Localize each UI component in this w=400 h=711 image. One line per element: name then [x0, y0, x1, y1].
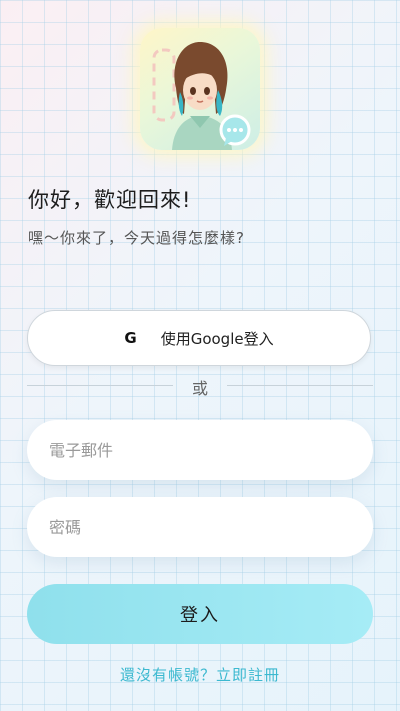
greeting-subtitle: 嘿～你來了，今天過得怎麼樣?	[28, 229, 245, 247]
password-field[interactable]	[27, 497, 373, 557]
greeting-title: 你好，歡迎回來!	[28, 188, 192, 212]
app-logo	[140, 28, 260, 150]
divider-line-right	[227, 385, 373, 386]
google-icon: G	[124, 329, 137, 347]
google-login-button[interactable]: G 使用Google登入	[27, 310, 371, 366]
login-button[interactable]: 登入	[27, 584, 373, 644]
google-login-label: 使用Google登入	[160, 329, 274, 348]
email-field[interactable]	[27, 420, 373, 480]
register-link[interactable]: 還沒有帳號？立即註冊	[0, 664, 400, 685]
divider-text: 或	[191, 379, 208, 398]
avatar-illustration-icon	[152, 42, 251, 150]
or-divider: 或	[27, 373, 373, 398]
